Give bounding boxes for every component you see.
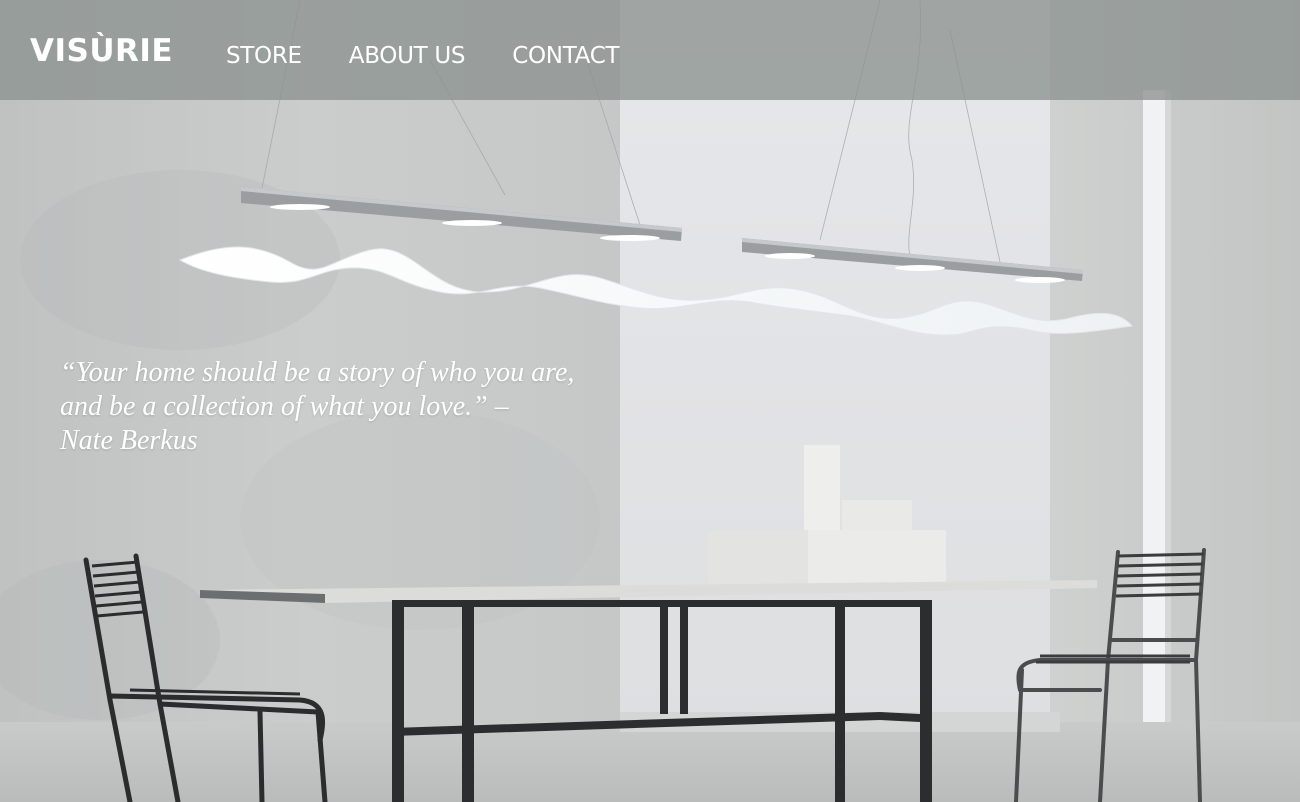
main-nav: STORE ABOUT US CONTACT: [226, 40, 666, 72]
nav-link-contact[interactable]: CONTACT: [512, 40, 619, 72]
nav-link-store[interactable]: STORE: [226, 40, 302, 72]
brand-logo[interactable]: VISÙRIE: [30, 31, 173, 71]
nav-link-about-us[interactable]: ABOUT US: [349, 40, 466, 72]
quote-line-2: and be a collection of what you love.” –: [60, 391, 509, 422]
header-bar: VISÙRIE STORE ABOUT US CONTACT: [0, 0, 1300, 100]
quote-author: Nate Berkus: [60, 425, 198, 456]
hero-quote: “Your home should be a story of who you …: [60, 356, 640, 458]
quote-line-1: “Your home should be a story of who you …: [60, 357, 575, 388]
